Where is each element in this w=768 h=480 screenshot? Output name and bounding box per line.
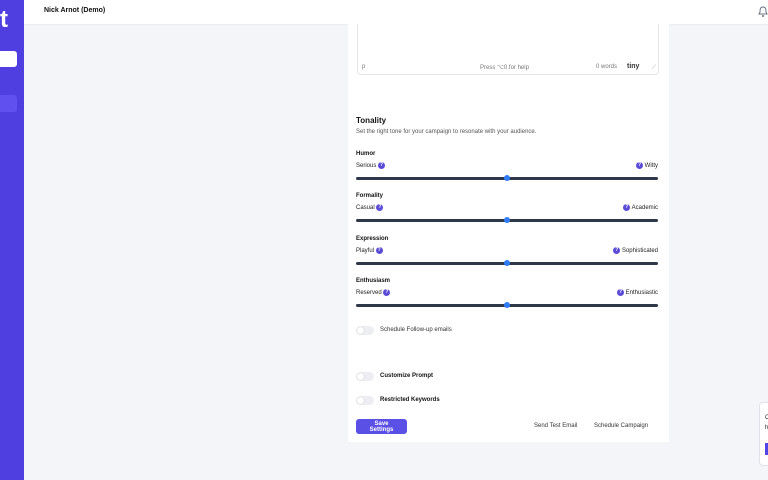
sidebar-active-item[interactable] — [0, 95, 17, 112]
chat-widget[interactable]: C h — [759, 402, 768, 466]
help-icon[interactable]: ? — [635, 162, 643, 169]
editor-help-hint: Press ⌥0 for help — [480, 65, 529, 71]
help-icon[interactable]: ? — [375, 247, 383, 254]
slider-track[interactable] — [356, 175, 658, 181]
slider-max-text: Enthusiastic — [625, 290, 658, 297]
slider-label: Formality — [356, 193, 384, 199]
slider-min-text: Serious — [356, 163, 377, 170]
slider-max-label: ? Enthusiastic — [616, 289, 658, 297]
followup-toggle[interactable] — [356, 326, 374, 335]
customize-prompt-toggle-row: Customize Prompt — [356, 372, 556, 382]
editor-statusbar: p Press ⌥0 for help 0 words tiny ⟋ — [358, 59, 658, 74]
slider-min-label: Casual ? — [356, 204, 384, 212]
customize-prompt-toggle[interactable] — [356, 372, 374, 381]
slider-humor: Humor Serious ? ? Witty — [356, 151, 658, 187]
help-icon[interactable]: ? — [623, 204, 631, 211]
slider-expression: Expression Playful ? ? Sophisticated — [356, 236, 658, 272]
editor-path[interactable]: p — [362, 64, 365, 70]
tonality-title: Tonality — [356, 116, 387, 125]
slider-label: Enthusiasm — [356, 278, 391, 284]
sidebar-search-box[interactable] — [0, 51, 17, 67]
slider-min-label: Serious ? — [356, 162, 386, 170]
slider-min-text: Playful — [356, 248, 375, 255]
slider-max-text: Academic — [631, 205, 658, 212]
slider-label: Humor — [356, 151, 376, 157]
slider-max-label: ? Witty — [635, 162, 658, 170]
followup-label: Schedule Follow-up emails — [380, 327, 452, 333]
user-name: Nick Arnot (Demo) — [44, 7, 106, 14]
restricted-keywords-toggle-row: Restricted Keywords — [356, 396, 556, 406]
help-icon[interactable]: ? — [376, 204, 384, 211]
slider-track[interactable] — [356, 260, 658, 266]
email-editor[interactable]: p Press ⌥0 for help 0 words tiny ⟋ — [357, 24, 659, 75]
slider-track[interactable] — [356, 217, 658, 223]
followup-toggle-row: Schedule Follow-up emails — [356, 326, 556, 336]
slider-thumb[interactable] — [504, 302, 510, 308]
customize-prompt-label: Customize Prompt — [380, 373, 434, 379]
restricted-keywords-toggle[interactable] — [356, 396, 374, 405]
schedule-campaign-button[interactable]: Schedule Campaign — [594, 423, 648, 429]
slider-track[interactable] — [356, 302, 658, 308]
slider-min-label: Reserved ? — [356, 289, 391, 297]
help-icon[interactable]: ? — [383, 289, 391, 296]
slider-formality: Formality Casual ? ? Academic — [356, 193, 658, 229]
slider-min-text: Reserved — [356, 290, 382, 297]
tonality-description: Set the right tone for your campaign to … — [356, 129, 537, 135]
save-settings-button[interactable]: Save Settings — [356, 419, 407, 434]
slider-enthusiasm: Enthusiasm Reserved ? ? Enthusiastic — [356, 278, 658, 314]
slider-thumb[interactable] — [504, 175, 510, 181]
resize-handle-icon[interactable]: ⟋ — [652, 65, 656, 72]
restricted-keywords-label: Restricted Keywords — [380, 397, 440, 403]
slider-max-label: ? Academic — [623, 204, 658, 211]
slider-min-label: Playful ? — [356, 247, 383, 254]
slider-max-label: ? Sophisticated — [613, 247, 658, 254]
slider-thumb[interactable] — [504, 217, 510, 223]
slider-thumb[interactable] — [504, 260, 510, 266]
slider-label: Expression — [356, 236, 389, 242]
tiny-logo[interactable]: tiny — [627, 63, 639, 70]
slider-min-text: Casual — [356, 205, 375, 212]
slider-max-text: Sophisticated — [621, 248, 658, 255]
help-icon[interactable]: ? — [616, 289, 624, 296]
slider-max-text: Witty — [644, 163, 658, 170]
bell-icon[interactable] — [758, 6, 768, 18]
app-logo: t — [0, 6, 8, 33]
editor-word-count[interactable]: 0 words — [596, 64, 617, 70]
help-icon[interactable]: ? — [378, 162, 386, 169]
help-icon[interactable]: ? — [613, 247, 621, 254]
settings-card: p Press ⌥0 for help 0 words tiny ⟋ Tonal… — [348, 24, 669, 442]
send-test-email-button[interactable]: Send Test Email — [534, 423, 577, 429]
sidebar: t — [0, 0, 24, 480]
topbar: Nick Arnot (Demo) — [24, 0, 768, 25]
